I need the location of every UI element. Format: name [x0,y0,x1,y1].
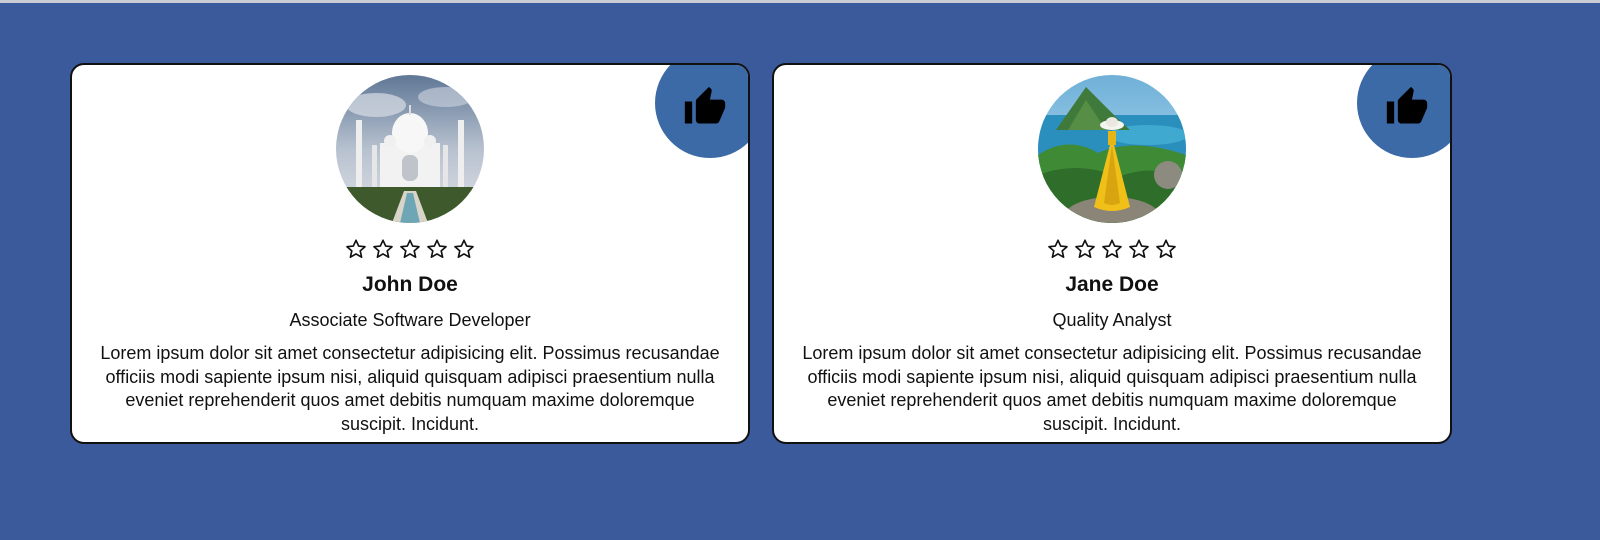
star-outline-icon[interactable] [453,238,475,260]
testimonial-card: Jane Doe Quality Analyst Lorem ipsum dol… [772,63,1452,444]
person-name: John Doe [362,273,458,296]
star-outline-icon[interactable] [1128,238,1150,260]
star-outline-icon[interactable] [1074,238,1096,260]
person-role: Associate Software Developer [289,310,531,330]
star-outline-icon[interactable] [399,238,421,260]
testimonial-text: Lorem ipsum dolor sit amet consectetur a… [802,343,1422,434]
star-outline-icon[interactable] [426,238,448,260]
person-role: Quality Analyst [1052,310,1172,330]
star-outline-icon[interactable] [345,238,367,260]
star-outline-icon[interactable] [1101,238,1123,260]
star-outline-icon[interactable] [372,238,394,260]
thumbs-up-icon [684,86,726,124]
avatar [1038,75,1186,223]
star-outline-icon[interactable] [1047,238,1069,260]
like-button[interactable] [655,65,748,158]
star-outline-icon[interactable] [1155,238,1177,260]
star-rating [72,238,748,260]
thumbs-up-icon [1386,86,1428,124]
testimonial-card: John Doe Associate Software Developer Lo… [70,63,750,444]
avatar [336,75,484,223]
coastal-landscape-photo [1038,75,1186,223]
star-rating [774,238,1450,260]
testimonial-text: Lorem ipsum dolor sit amet consectetur a… [100,343,720,434]
taj-mahal-photo [336,75,484,223]
person-name: Jane Doe [1065,273,1159,296]
like-button[interactable] [1357,65,1450,158]
testimonial-cards: John Doe Associate Software Developer Lo… [70,63,1452,444]
